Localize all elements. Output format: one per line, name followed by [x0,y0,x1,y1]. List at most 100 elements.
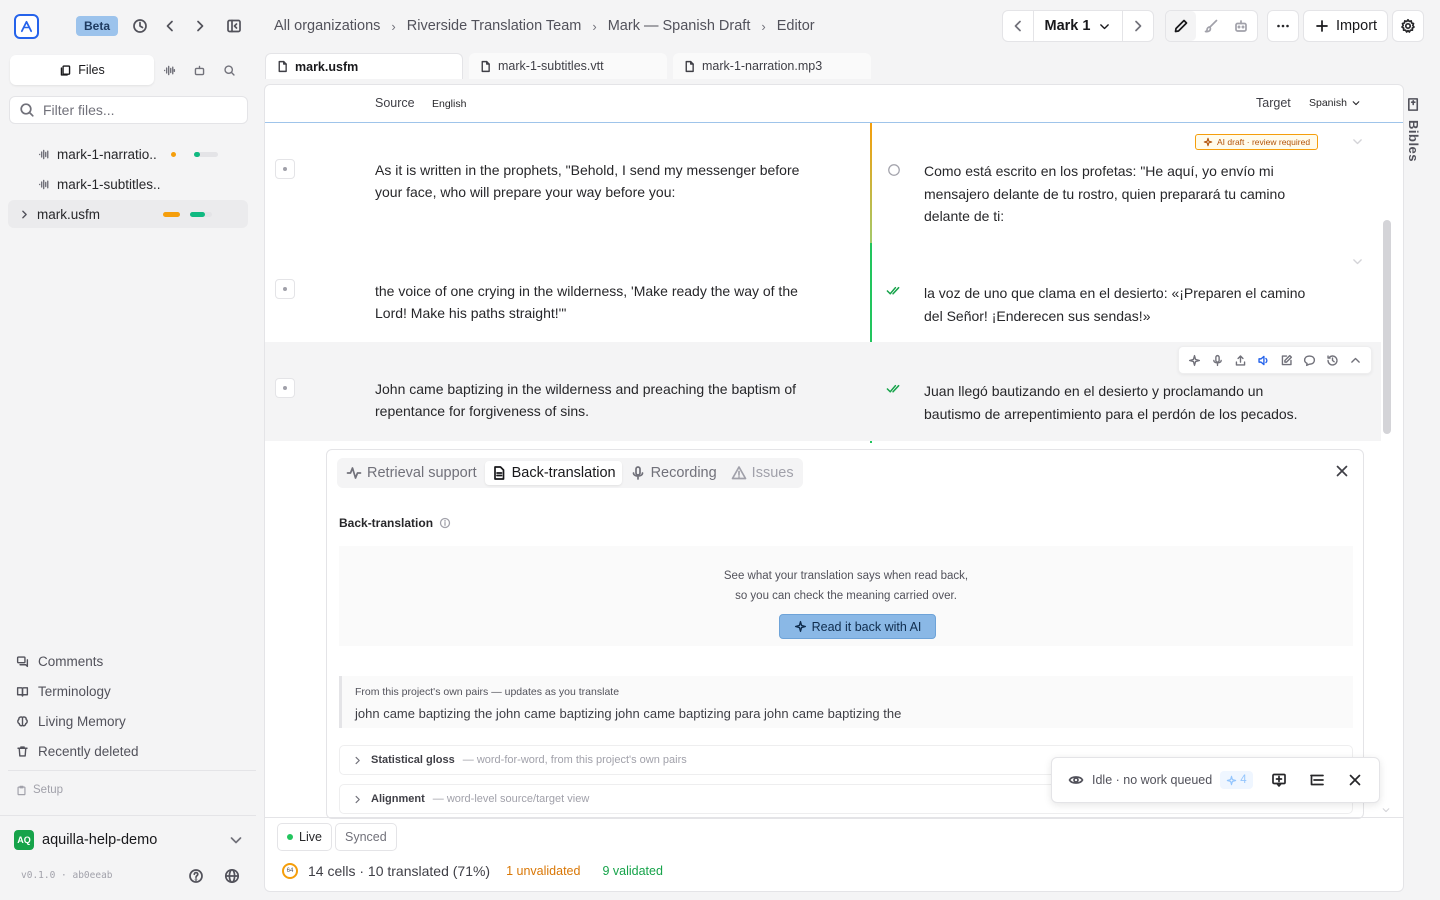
upload-icon[interactable] [1234,354,1247,367]
file-item-narration[interactable]: mark-1-narratio... [8,140,248,168]
app-version: v0.1.0 · ab0eeab [21,870,113,881]
read-back-ai-button[interactable]: Read it back with AI [779,614,936,639]
app-logo[interactable] [14,14,39,39]
cell-menu-button[interactable] [275,279,295,299]
cell-row[interactable]: the voice of one crying in the wildernes… [265,243,1381,343]
live-indicator[interactable]: Live [277,823,332,851]
source-label: Source [375,96,415,110]
eye-icon [1068,776,1084,784]
info-icon[interactable] [439,517,451,529]
progress-ring: 64 [282,863,298,879]
chapter-select[interactable]: Mark 1 [1033,11,1123,41]
sparkle-icon[interactable] [1188,354,1201,367]
project-pairs-preview: From this project's own pairs — updates … [339,676,1353,728]
unvalidated-icon[interactable] [887,163,901,177]
ai-count-value: 4 [1240,774,1247,786]
activity-icon [346,467,362,479]
sidebar-item-living-memory[interactable]: Living Memory [16,711,126,731]
breadcrumb-separator: › [391,18,396,34]
sync-status: Synced [335,823,397,851]
double-check-icon[interactable] [886,283,901,298]
scroll-down-icon[interactable] [1381,805,1391,815]
source-text: the voice of one crying in the wildernes… [375,283,798,321]
target-language-select[interactable]: Spanish [1309,97,1361,109]
chevron-up-icon[interactable] [1349,354,1362,367]
target-text[interactable]: Como está escrito en los profetas: "He a… [924,160,1324,228]
project-switcher[interactable]: AQ aquilla-help-demo [14,830,244,850]
unvalidated-count[interactable]: 1 unvalidated [506,864,580,878]
source-text: As it is written in the prophets, "Behol… [375,162,800,200]
filter-files-input[interactable] [43,102,233,118]
language-button[interactable] [219,863,245,889]
chevron-right-icon [1135,20,1142,32]
tab-mark-usfm[interactable]: mark.usfm [265,53,463,79]
tab-back-translation[interactable]: Back-translation [484,461,622,485]
tab-subtitles-vtt[interactable]: mark-1-subtitles.vtt [469,53,667,79]
review-mode-button[interactable] [1196,11,1226,41]
tab-issues[interactable]: Issues [725,461,800,485]
history-button[interactable] [127,13,153,39]
sidebar-item-recently-deleted[interactable]: Recently deleted [16,741,139,761]
target-text[interactable]: la voz de uno que clama en el desierto: … [924,282,1324,327]
file-item-usfm[interactable]: mark.usfm [8,200,248,228]
edit-mode-button[interactable] [1166,11,1196,41]
clock-icon [133,19,147,33]
close-icon[interactable] [1347,772,1363,788]
tab-label: mark-1-subtitles.vtt [498,59,604,73]
microphone-icon[interactable] [1211,354,1224,367]
cell-menu-button[interactable] [275,159,295,179]
help-button[interactable] [183,863,209,889]
tab-retrieval-support[interactable]: Retrieval support [340,461,483,485]
breadcrumb-organizations[interactable]: All organizations [274,18,380,34]
bible-icon[interactable] [1406,97,1421,112]
tab-label: Back-translation [511,465,616,481]
history-icon[interactable] [1326,354,1339,367]
forward-button[interactable] [187,13,213,39]
tab-search[interactable] [214,55,244,85]
comment-icon[interactable] [1303,354,1316,367]
import-button[interactable]: Import [1303,10,1388,42]
divider [265,817,1403,818]
prev-chapter-button[interactable] [1003,11,1033,41]
settings-button[interactable] [1392,10,1424,42]
target-text[interactable]: Juan llegó bautizando en el desierto y p… [924,380,1324,425]
back-button[interactable] [157,13,183,39]
validated-count[interactable]: 9 validated [602,864,662,878]
file-item-subtitles[interactable]: mark-1-subtitles... [8,170,248,198]
editor-scrollbar-thumb[interactable] [1383,220,1391,434]
breadcrumb-team[interactable]: Riverside Translation Team [407,18,582,34]
add-comment-icon[interactable] [1271,772,1287,788]
double-check-icon[interactable] [886,381,901,396]
progress-summary: 64 14 cells · 10 translated (71%) 1 unva… [282,863,663,879]
tab-files[interactable]: Files [10,55,154,85]
speaker-icon[interactable] [1257,354,1270,367]
waveform-icon [163,65,175,75]
setup-link[interactable]: Setup [16,784,63,796]
tab-recording[interactable]: Recording [624,461,723,485]
chevron-down-icon [1352,101,1360,106]
tab-audio[interactable] [154,55,184,85]
clipboard-icon [17,785,26,795]
tab-narration-mp3[interactable]: mark-1-narration.mp3 [673,53,871,79]
toggle-sidebar-button[interactable] [221,13,247,39]
sidebar-item-comments[interactable]: Comments [16,651,103,671]
breadcrumb-project[interactable]: Mark — Spanish Draft [608,18,751,34]
sidebar-item-label: Living Memory [38,713,126,729]
list-tree-icon[interactable] [1309,772,1325,788]
chevron-down-icon[interactable] [1351,135,1364,148]
more-options-button[interactable] [1267,10,1299,42]
edit-icon[interactable] [1280,354,1293,367]
ai-mode-button[interactable] [1226,11,1256,41]
close-icon[interactable] [1334,463,1350,479]
bibles-panel-toggle[interactable]: Bibles [1406,120,1421,162]
file-icon [481,60,490,72]
next-chapter-button[interactable] [1123,11,1153,41]
cell-row[interactable]: As it is written in the prophets, "Behol… [265,123,1381,243]
chevron-down-icon[interactable] [1351,255,1364,268]
brush-icon [1204,19,1218,33]
tab-ai[interactable] [184,55,214,85]
tab-label: Issues [751,465,794,481]
target-language-value: Spanish [1309,97,1347,109]
sidebar-item-terminology[interactable]: Terminology [16,681,111,701]
cell-menu-button[interactable] [275,378,295,398]
